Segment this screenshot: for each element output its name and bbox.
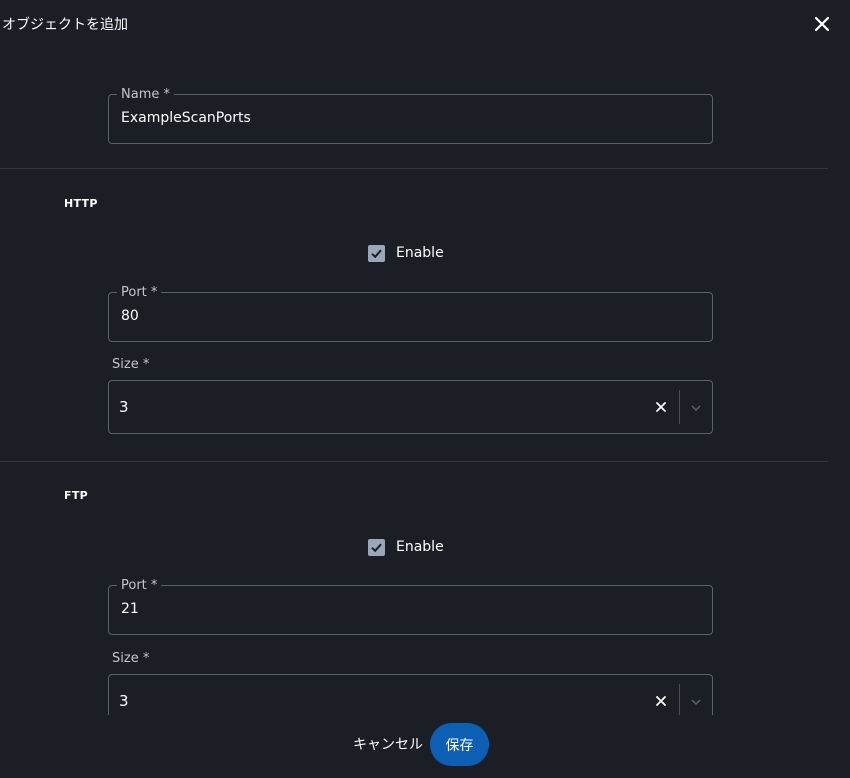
http-port-label: Port * [117,285,162,301]
select-separator [679,390,680,424]
ftp-port-label: Port * [117,578,162,594]
section-divider [0,461,828,462]
close-icon [814,16,830,32]
ftp-enable-checkbox-row[interactable]: Enable [368,537,444,557]
checkmark-icon [371,249,382,258]
dialog-footer: キャンセル 保存 [0,716,850,778]
cancel-button[interactable]: キャンセル [353,734,423,754]
checkmark-icon [371,543,382,552]
name-field-value[interactable]: ExampleScanPorts [121,110,251,126]
dialog-title: オブジェクトを追加 [2,17,128,33]
clear-icon[interactable] [654,694,668,708]
close-button[interactable] [810,12,834,36]
http-enable-checkbox[interactable] [368,244,385,262]
section-title-ftp: FTP [64,489,88,502]
name-field[interactable]: Name * ExampleScanPorts [108,87,713,144]
ftp-port-field[interactable]: Port * 21 [108,578,713,635]
section-title-http: HTTP [64,197,98,210]
add-object-dialog: オブジェクトを追加 Name * ExampleScanPorts HTTP E… [0,0,850,778]
section-divider [0,168,828,169]
clear-icon[interactable] [654,400,668,414]
ftp-size-label: Size * [112,651,150,666]
select-separator [679,684,680,715]
http-port-field[interactable]: Port * 80 [108,285,713,342]
http-size-value: 3 [119,398,129,416]
ftp-size-value: 3 [119,692,129,710]
ftp-port-value[interactable]: 21 [121,601,139,617]
chevron-down-icon[interactable] [689,695,703,709]
http-size-select[interactable]: 3 [108,380,713,434]
name-field-label: Name * [117,87,174,103]
ftp-enable-checkbox[interactable] [368,538,385,556]
http-port-value[interactable]: 80 [121,308,139,324]
http-enable-checkbox-row[interactable]: Enable [368,243,444,263]
ftp-size-select[interactable]: 3 [108,674,713,715]
chevron-down-icon[interactable] [689,401,703,415]
save-button[interactable]: 保存 [430,723,489,766]
ftp-enable-label: Enable [396,539,444,555]
dialog-body[interactable]: Name * ExampleScanPorts HTTP Enable Port… [0,60,850,715]
http-size-label: Size * [112,357,150,372]
http-enable-label: Enable [396,245,444,261]
